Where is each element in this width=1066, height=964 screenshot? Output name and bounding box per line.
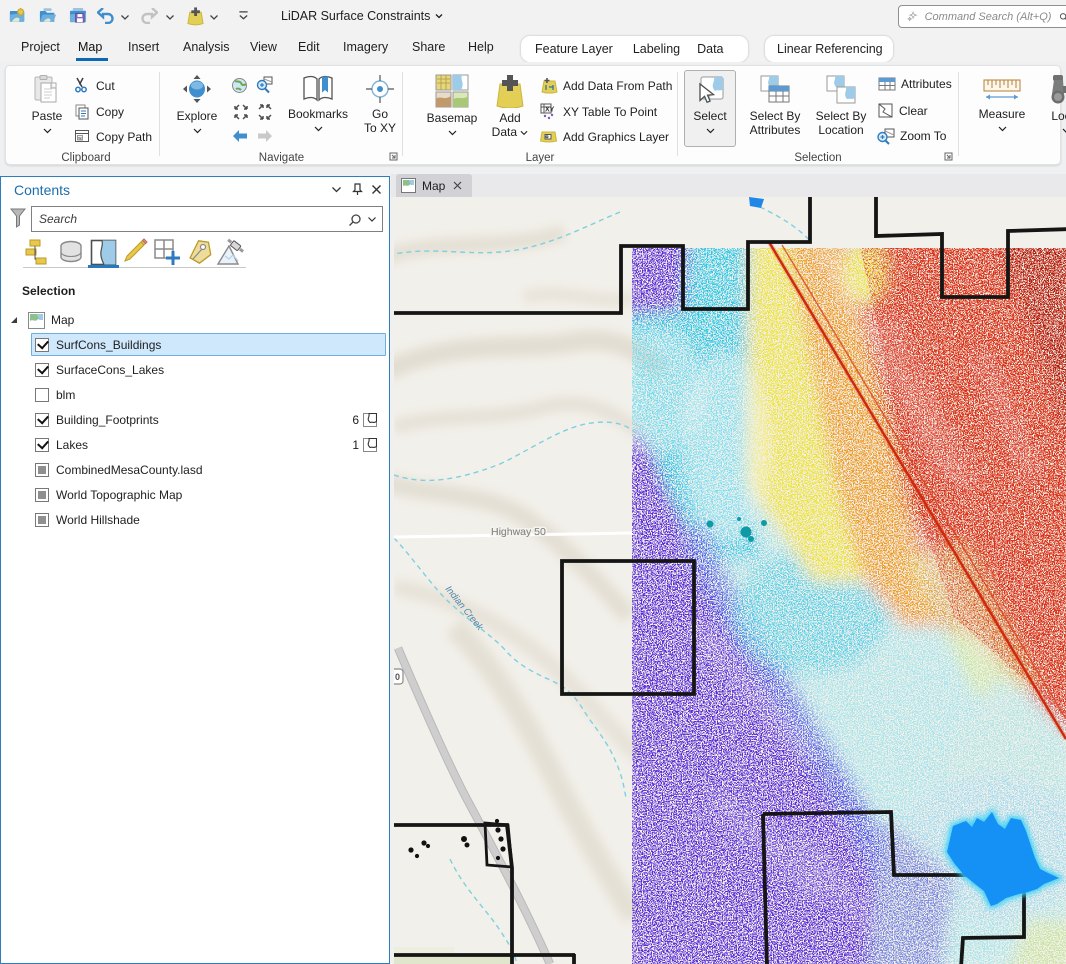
svg-text:XY: XY [545, 107, 555, 114]
svg-text:w.: w. [78, 136, 82, 141]
svg-text:0: 0 [395, 672, 400, 682]
svg-text:Highway 50: Highway 50 [491, 526, 546, 538]
